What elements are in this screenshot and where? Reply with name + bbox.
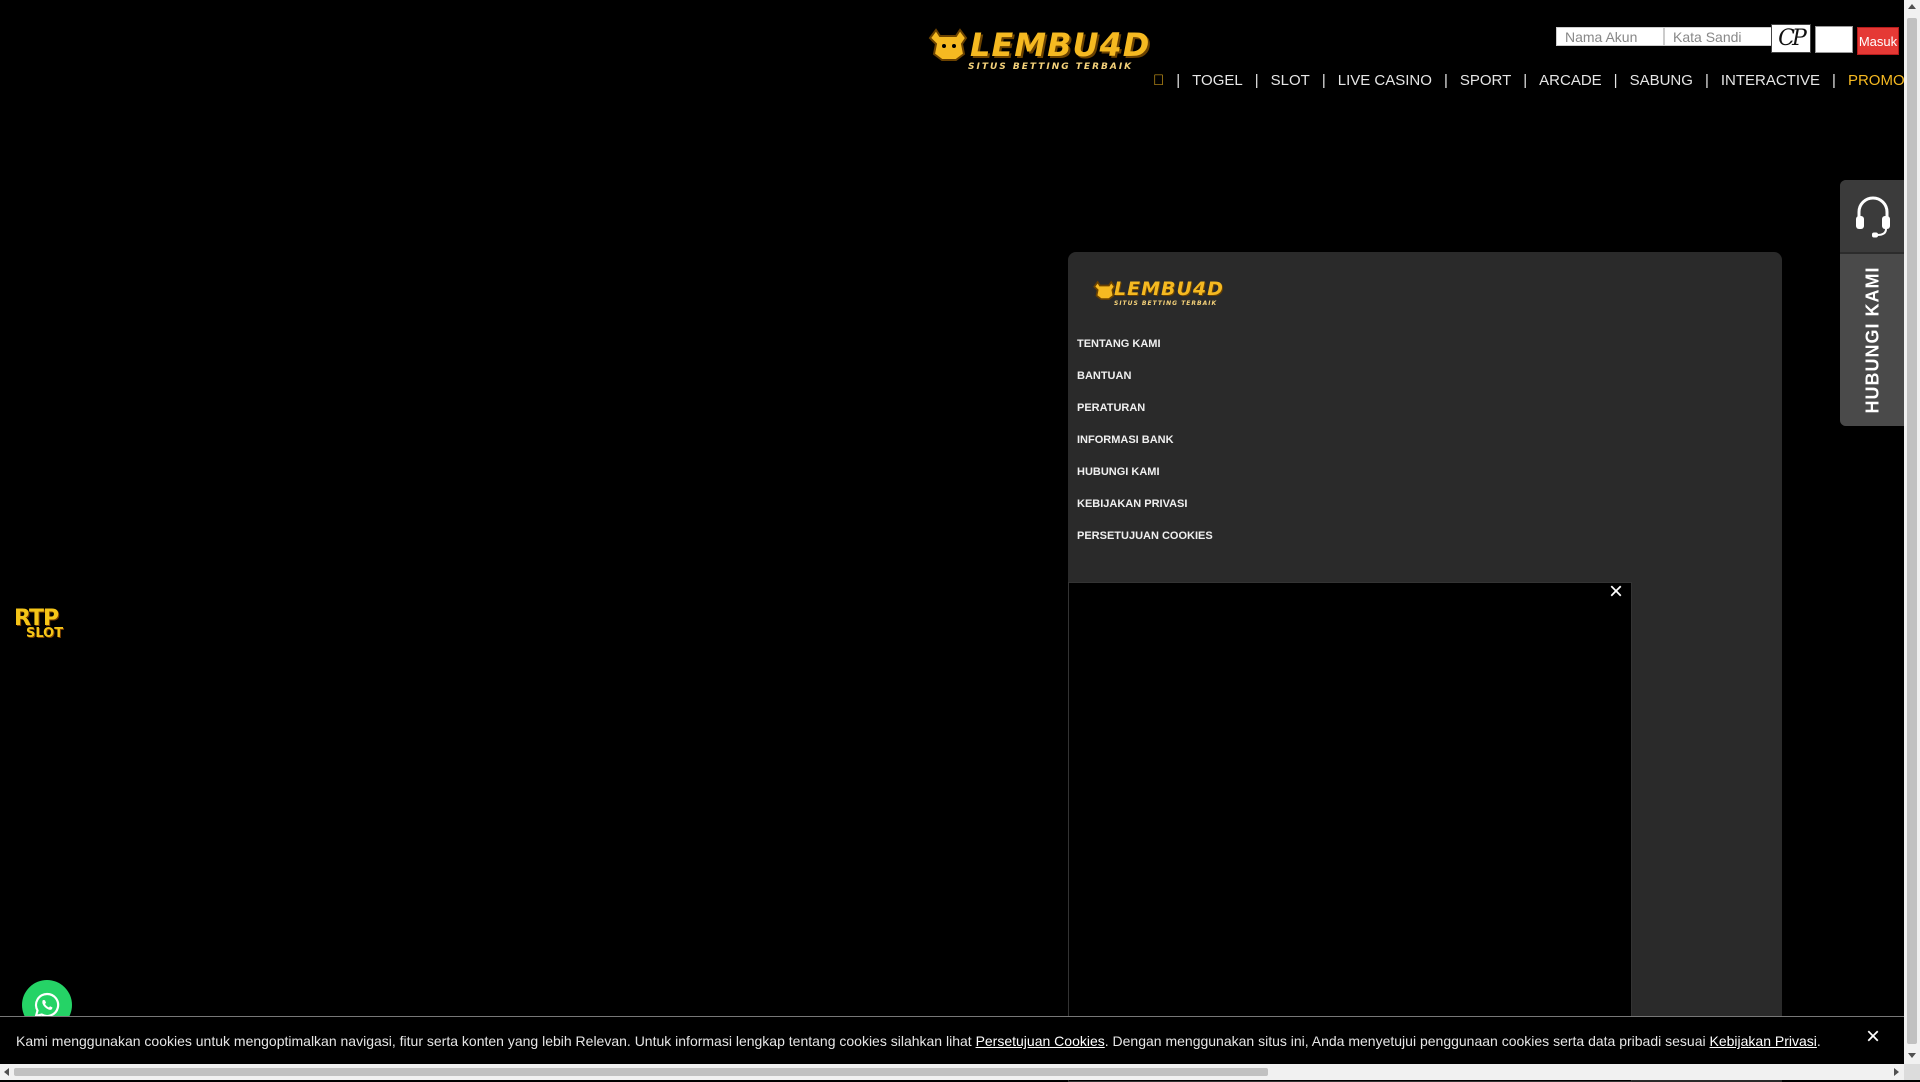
- footer-link-bantuan[interactable]: BANTUAN: [1077, 368, 1213, 400]
- site-logo[interactable]: LEMBU4D SITUS BETTING TERBAIK: [926, 20, 1156, 76]
- contact-header: [1840, 180, 1906, 252]
- logo-tagline: SITUS BETTING TERBAIK: [968, 62, 1134, 72]
- login-form: [1556, 27, 1772, 47]
- cookie-bar: Kami menggunakan cookies untuk mengoptim…: [0, 1016, 1904, 1066]
- nav-separator: |: [1704, 71, 1709, 89]
- captcha-image: CP: [1771, 24, 1811, 53]
- nav-sport[interactable]: SPORT: [1460, 72, 1511, 89]
- cookie-close-icon[interactable]: ×: [1866, 1023, 1880, 1051]
- nav-arcade[interactable]: ARCADE: [1539, 72, 1602, 89]
- contact-side-tab[interactable]: HUBUNGI KAMI: [1840, 180, 1906, 426]
- nav-slot[interactable]: SLOT: [1271, 72, 1310, 89]
- scroll-up-icon[interactable]: [1908, 4, 1916, 9]
- scroll-left-icon[interactable]: [4, 1068, 9, 1076]
- scroll-down-icon[interactable]: [1908, 1053, 1916, 1058]
- cookie-message: Kami menggunakan cookies untuk mengoptim…: [16, 1033, 1821, 1049]
- footer-link-informasi-bank[interactable]: INFORMASI BANK: [1077, 432, 1213, 464]
- rtp-slot-badge[interactable]: RTP SLOT: [12, 606, 74, 642]
- login-button[interactable]: Masuk: [1857, 27, 1899, 55]
- nav-separator: |: [1832, 71, 1836, 89]
- nav-sabung[interactable]: SABUNG: [1630, 72, 1693, 89]
- scroll-right-icon[interactable]: [1894, 1068, 1899, 1076]
- username-input[interactable]: [1556, 27, 1664, 46]
- nav-separator: |: [1321, 71, 1326, 89]
- popup-close-icon[interactable]: ×: [1604, 580, 1628, 604]
- popup-modal: [1068, 582, 1632, 1082]
- horizontal-scroll-thumb[interactable]: [14, 1068, 1268, 1076]
- nav-separator: |: [1523, 71, 1528, 89]
- headset-icon: [1856, 196, 1890, 238]
- main-nav:   | TOGEL | SLOT | LIVE CASINO | SPORT |…: [1153, 70, 1905, 90]
- horizontal-scrollbar[interactable]: [0, 1064, 1904, 1080]
- nav-separator: |: [1443, 71, 1448, 89]
- nav-live-casino[interactable]: LIVE CASINO: [1338, 72, 1432, 89]
- nav-separator: |: [1176, 71, 1181, 89]
- footer-link-hubungi-kami[interactable]: HUBUNGI KAMI: [1077, 464, 1213, 496]
- logo-text: LEMBU4D: [970, 26, 1151, 64]
- cookie-consent-link[interactable]: Persetujuan Cookies: [976, 1033, 1105, 1049]
- whatsapp-icon: [34, 992, 60, 1018]
- nav-home[interactable]:  : [1153, 72, 1164, 89]
- cookie-text-before: Kami menggunakan cookies untuk mengoptim…: [16, 1033, 976, 1049]
- footer-link-tentang-kami[interactable]: TENTANG KAMI: [1077, 336, 1213, 368]
- cookie-text-after: .: [1816, 1033, 1821, 1049]
- footer-link-kebijakan-privasi[interactable]: KEBIJAKAN PRIVASI: [1077, 496, 1213, 528]
- contact-label: HUBUNGI KAMI: [1862, 266, 1883, 414]
- bull-icon: [928, 28, 968, 61]
- footer-link-peraturan[interactable]: PERATURAN: [1077, 400, 1213, 432]
- footer-logo[interactable]: LEMBU4D SITUS BETTING TERBAIK: [1092, 274, 1242, 310]
- nav-interactive[interactable]: INTERACTIVE: [1721, 72, 1820, 89]
- nav-separator: |: [1613, 71, 1618, 89]
- scrollbar-corner: [1904, 1064, 1920, 1080]
- vertical-scrollbar[interactable]: [1904, 0, 1920, 1064]
- nav-togel[interactable]: TOGEL: [1192, 72, 1243, 89]
- footer-logo-tagline: SITUS BETTING TERBAIK: [1114, 300, 1218, 307]
- cookie-text-middle: . Dengan menggunakan situs ini, Anda men…: [1104, 1033, 1710, 1049]
- captcha-text: CP: [1778, 26, 1807, 51]
- footer-link-persetujuan-cookies[interactable]: PERSETUJUAN COOKIES: [1077, 528, 1213, 560]
- nav-separator: |: [1254, 71, 1259, 89]
- captcha-input[interactable]: [1815, 26, 1853, 53]
- nav-promo[interactable]: PROMO: [1848, 72, 1905, 89]
- contact-body: HUBUNGI KAMI: [1840, 254, 1906, 426]
- privacy-policy-link[interactable]: Kebijakan Privasi: [1710, 1033, 1817, 1049]
- footer-logo-text: LEMBU4D: [1114, 278, 1224, 300]
- password-input[interactable]: [1664, 27, 1772, 46]
- rtp-badge-line2: SLOT: [26, 626, 64, 641]
- vertical-scroll-thumb[interactable]: [1907, 18, 1917, 1044]
- footer-links: TENTANG KAMI BANTUAN PERATURAN INFORMASI…: [1077, 336, 1213, 560]
